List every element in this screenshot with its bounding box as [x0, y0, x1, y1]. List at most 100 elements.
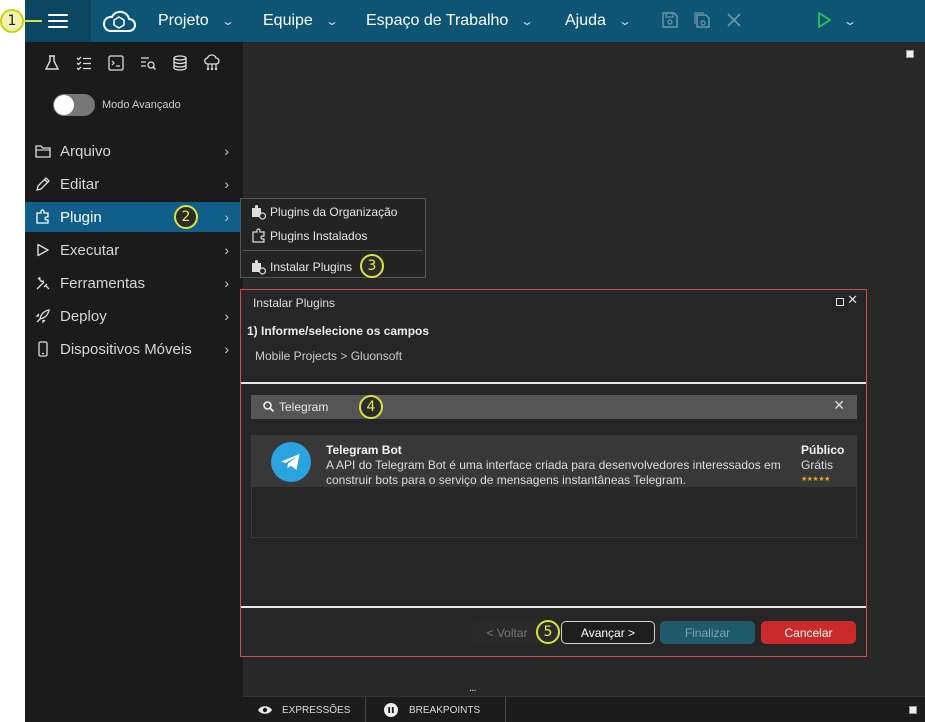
eye-icon — [258, 706, 272, 714]
divider — [241, 382, 866, 384]
sidebar-item-label: Arquivo — [60, 142, 111, 160]
run-play-icon[interactable] — [815, 11, 833, 29]
run-options-dropdown[interactable]: ⌄ — [842, 0, 858, 42]
sidebar-item-editar[interactable]: Editar › — [25, 169, 243, 199]
chevron-right-icon: › — [224, 308, 229, 324]
menu-espaco-de-trabalho[interactable]: Espaço de Trabalho ⌄ — [366, 0, 535, 42]
left-margin — [0, 42, 25, 722]
pause-icon — [384, 703, 398, 717]
sidebar-item-plugin[interactable]: Plugin › — [25, 202, 243, 232]
sidebar-item-label: Ferramentas — [60, 274, 146, 292]
pencil-icon — [36, 177, 50, 191]
tab-expressions[interactable]: EXPRESSÕES — [257, 697, 350, 722]
divider — [365, 697, 366, 722]
plugin-results-list: Telegram Bot A API do Telegram Bot é uma… — [251, 435, 857, 538]
tools-icon — [36, 276, 50, 290]
chevron-right-icon: › — [224, 275, 229, 291]
search-input[interactable] — [279, 398, 779, 416]
save-icon[interactable] — [661, 11, 679, 29]
folder-icon — [35, 145, 51, 158]
chevron-right-icon: › — [224, 341, 229, 357]
plugin-gear-icon — [252, 205, 267, 220]
save-all-icon[interactable] — [693, 11, 711, 29]
sidebar-item-label: Editar — [60, 175, 100, 193]
list-item[interactable]: Telegram Bot A API do Telegram Bot é uma… — [252, 436, 856, 487]
menu-espaco-label: Espaço de Trabalho — [366, 12, 509, 29]
submenu-item-label: Instalar Plugins — [270, 260, 353, 274]
divider — [241, 606, 866, 608]
submenu-plugins-instalados[interactable]: Plugins Instalados — [251, 226, 367, 246]
plugin-install-icon — [252, 260, 267, 275]
tab-label: EXPRESSÕES — [282, 704, 351, 716]
maximize-icon[interactable] — [836, 298, 844, 306]
chevron-right-icon: › — [224, 176, 229, 192]
search-icon — [263, 401, 275, 413]
search-list-icon[interactable] — [139, 54, 157, 72]
clear-search-icon[interactable]: ✕ — [833, 398, 845, 414]
sidebar-item-arquivo[interactable]: Arquivo › — [25, 136, 243, 166]
menu-equipe[interactable]: Equipe ⌄ — [263, 0, 339, 42]
chevron-right-icon: › — [224, 143, 229, 159]
annotation-marker-3: 3 — [360, 254, 384, 278]
plugin-submenu: Plugins da Organização Plugins Instalado… — [240, 198, 426, 278]
dialog-title: Instalar Plugins — [253, 296, 336, 310]
flask-icon[interactable] — [43, 54, 61, 72]
submenu-instalar-plugins[interactable]: Instalar Plugins — [251, 257, 352, 277]
annotation-marker-2: 2 — [174, 205, 198, 229]
hamburger-icon — [48, 14, 68, 28]
submenu-plugins-organizacao[interactable]: Plugins da Organização — [251, 202, 397, 222]
annotation-marker-1: 1 — [0, 9, 24, 33]
tab-label: BREAKPOINTS — [409, 704, 481, 716]
menu-projeto[interactable]: Projeto ⌄ — [158, 0, 235, 42]
sidebar-item-label: Executar — [60, 241, 120, 259]
submenu-item-label: Plugins da Organização — [270, 205, 398, 219]
cloud-logo-icon — [102, 10, 136, 32]
advanced-mode-label: Modo Avançado — [102, 99, 181, 111]
cloud-network-icon[interactable] — [203, 54, 221, 72]
menu-ajuda-label: Ajuda — [565, 12, 606, 29]
plugin-price: Grátis — [801, 458, 834, 472]
rocket-icon — [35, 309, 50, 324]
toggle-knob — [54, 95, 74, 115]
back-button[interactable]: < Voltar — [472, 621, 542, 644]
menu-projeto-label: Projeto — [158, 12, 209, 29]
sidebar-item-label: Dispositivos Móveis — [60, 340, 192, 358]
sidebar-item-ferramentas[interactable]: Ferramentas › — [25, 268, 243, 298]
maximize-icon[interactable] — [906, 50, 914, 58]
database-icon[interactable] — [171, 54, 189, 72]
divider — [505, 697, 506, 722]
sidebar-item-executar[interactable]: Executar › — [25, 235, 243, 265]
install-plugins-dialog: Instalar Plugins ✕ 1) Informe/selecione … — [240, 289, 867, 657]
submenu-divider — [243, 250, 423, 251]
annotation-line — [24, 20, 42, 22]
rating-stars: ★★★★★ — [801, 475, 830, 483]
step-title: 1) Informe/selecione os campos — [247, 324, 430, 338]
sidebar-item-dispositivos-moveis[interactable]: Dispositivos Móveis › — [25, 334, 243, 364]
maximize-icon[interactable] — [909, 706, 917, 714]
chevron-right-icon: › — [224, 209, 229, 225]
checklist-icon[interactable] — [75, 54, 93, 72]
menu-ajuda[interactable]: Ajuda ⌄ — [565, 0, 632, 42]
finish-button[interactable]: Finalizar — [660, 621, 755, 644]
close-icon[interactable]: ✕ — [847, 293, 858, 308]
resize-handle[interactable]: ... — [469, 683, 476, 694]
top-bar: Projeto ⌄ Equipe ⌄ Espaço de Trabalho ⌄ … — [25, 0, 925, 42]
cancel-button[interactable]: Cancelar — [761, 621, 856, 644]
play-icon — [37, 243, 49, 257]
plugin-icon — [36, 209, 49, 224]
next-button[interactable]: Avançar > — [561, 621, 655, 644]
advanced-mode-toggle[interactable] — [53, 94, 95, 116]
tab-breakpoints[interactable]: BREAKPOINTS — [384, 697, 480, 722]
sidebar-item-deploy[interactable]: Deploy › — [25, 301, 243, 331]
close-icon[interactable] — [725, 11, 743, 29]
plugin-description: A API do Telegram Bot é uma interface cr… — [326, 458, 781, 487]
plugin-title: Telegram Bot — [326, 443, 402, 457]
chevron-down-icon: ⌄ — [520, 14, 535, 28]
chevron-down-icon: ⌄ — [324, 14, 339, 28]
terminal-icon[interactable] — [107, 54, 125, 72]
plugin-visibility: Público — [801, 443, 845, 457]
submenu-item-label: Plugins Instalados — [270, 229, 368, 243]
sidebar-item-label: Deploy — [60, 307, 107, 325]
chevron-down-icon: ⌄ — [842, 14, 858, 28]
breadcrumb: Mobile Projects > Gluonsoft — [255, 349, 403, 363]
